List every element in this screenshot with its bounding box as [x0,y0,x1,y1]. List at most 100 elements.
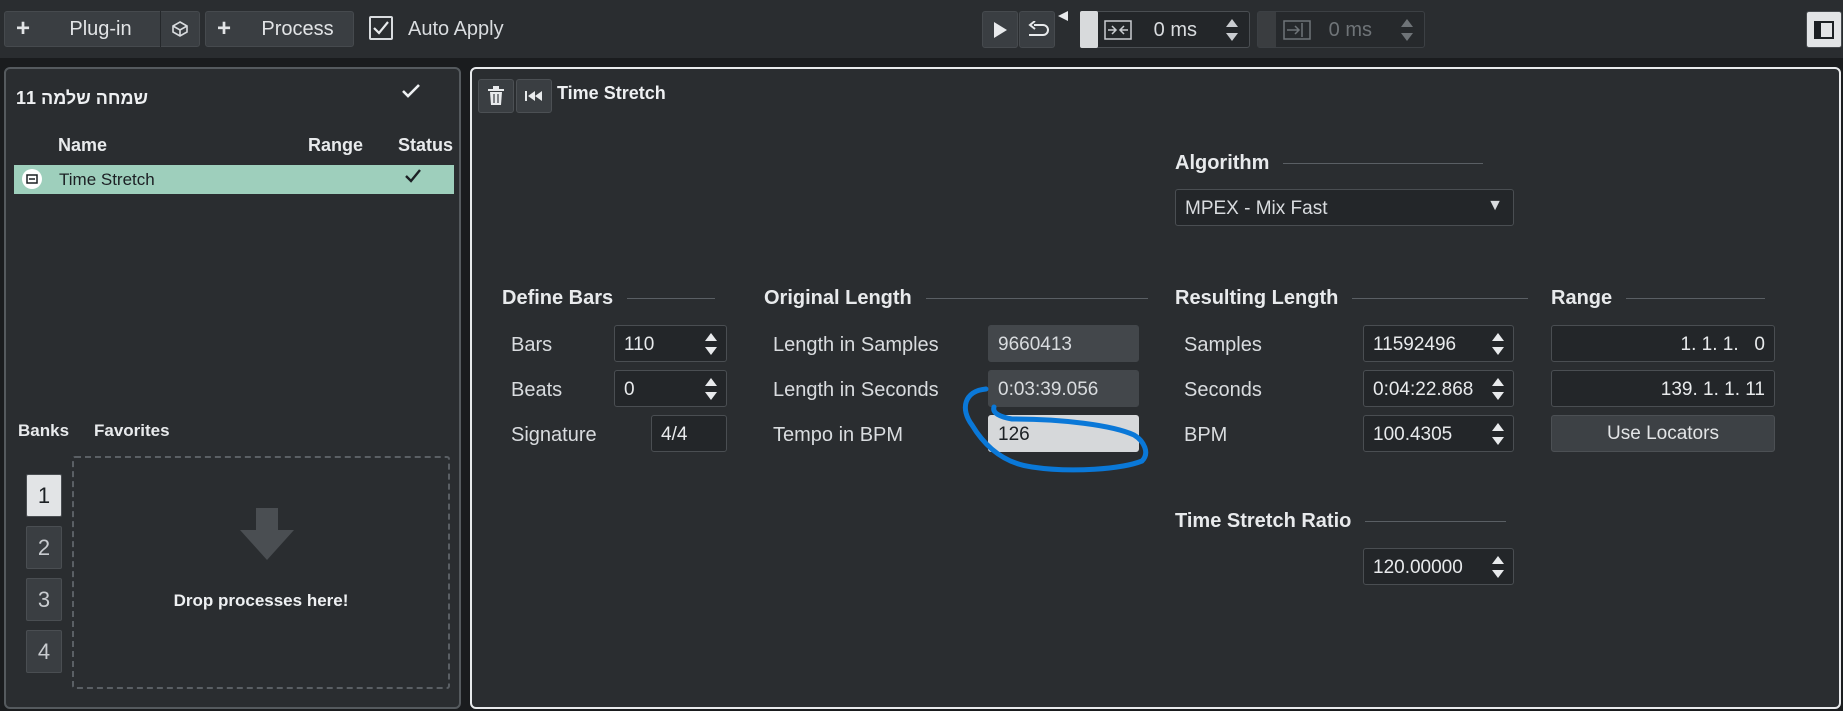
fade-out-icon [1283,20,1311,40]
signature-value: 4/4 [661,424,688,445]
beats-label: Beats [511,379,563,401]
column-header-range[interactable]: Range [308,135,363,156]
column-header-name[interactable]: Name [58,135,107,156]
range-heading: Range [1551,287,1766,310]
process-chain-panel: שמחה שלמה 11 Name Range Status Time Stre… [4,67,461,709]
algorithm-heading: Algorithm [1175,152,1484,175]
delete-button[interactable] [478,79,514,113]
length-in-seconds-value: 0:03:39.056 [998,379,1099,400]
spin-arrows-icon[interactable] [1491,422,1505,446]
bank-button-4[interactable]: 4 [26,630,62,673]
plugin-button-label: Plug-in [69,17,132,40]
fade-out-field[interactable]: 0 ms [1257,11,1425,48]
process-icon [22,169,42,189]
tab-banks[interactable]: Banks [18,421,69,441]
chain-row-name: Time Stretch [59,170,155,189]
process-button-label: Process [261,17,334,40]
length-in-samples-label: Length in Samples [773,334,939,356]
play-button[interactable] [982,11,1018,48]
sidebar-icon [1814,20,1834,39]
spin-arrows-icon[interactable] [704,377,718,401]
fade-in-icon [1104,20,1132,40]
collapse-arrow-icon[interactable] [1057,10,1069,22]
play-icon [994,21,1007,38]
spin-arrows-icon[interactable] [1491,377,1505,401]
signature-field[interactable]: 4/4 [651,415,727,452]
range-start-value: 1. 1. 1. 0 [1680,334,1766,355]
loop-button[interactable] [1019,11,1055,48]
time-stretch-ratio-value: 120.00000 [1373,557,1463,578]
bank-button-1[interactable]: 1 [26,474,62,517]
skip-back-icon [525,91,542,101]
time-stretch-panel: Time Stretch Algorithm MPEX - Mix Fast ▼… [470,67,1841,709]
beats-field[interactable]: 0 [614,370,727,407]
column-header-status[interactable]: Status [398,135,453,156]
fade-out-value: 0 ms [1328,19,1372,41]
resulting-bpm-value: 100.4305 [1373,424,1453,445]
bank-button-3[interactable]: 3 [26,578,62,621]
spin-arrows-icon[interactable] [1225,17,1239,43]
range-end-field[interactable]: 139. 1. 1. 11 [1551,370,1775,407]
auto-apply-label: Auto Apply [408,18,504,40]
define-bars-heading: Define Bars [502,287,716,310]
chain-status-check-icon[interactable] [401,83,421,99]
spin-arrows-icon[interactable] [1400,17,1414,43]
drop-arrow-icon [240,508,294,560]
tempo-in-bpm-label: Tempo in BPM [773,424,904,446]
algorithm-value: MPEX - Mix Fast [1185,198,1328,219]
top-toolbar: + Plug-in + Process Auto Apply 0 ms 0 ms [0,0,1843,58]
resulting-seconds-field[interactable]: 0:04:22.868 [1363,370,1514,407]
auto-apply-checkbox[interactable] [369,16,393,40]
plus-icon: + [15,15,30,42]
bars-value: 110 [624,334,655,355]
spin-arrows-icon[interactable] [704,332,718,356]
fade-in-slider-handle[interactable] [1080,11,1098,48]
bpm-label: BPM [1184,424,1228,446]
algorithm-dropdown[interactable]: MPEX - Mix Fast ▼ [1175,189,1514,226]
spin-arrows-icon[interactable] [1491,555,1505,579]
drop-zone[interactable]: Drop processes here! [72,456,450,689]
tempo-in-bpm-field[interactable]: 126 [988,415,1139,452]
bank-button-2[interactable]: 2 [26,526,62,569]
process-button[interactable]: + Process [205,11,354,47]
length-in-samples-value: 9660413 [998,334,1072,355]
samples-label: Samples [1184,334,1262,356]
resulting-samples-value: 11592496 [1373,334,1457,355]
bars-label: Bars [511,334,553,356]
length-in-seconds-label: Length in Seconds [773,379,939,401]
fade-in-field[interactable]: 0 ms [1080,11,1250,48]
chain-row-time-stretch[interactable]: Time Stretch [14,165,454,194]
drop-zone-text: Drop processes here! [173,591,349,610]
signature-label: Signature [511,424,597,446]
length-in-samples-field: 9660413 [988,325,1139,362]
seconds-label: Seconds [1184,379,1262,401]
time-stretch-ratio-field[interactable]: 120.00000 [1363,548,1514,585]
row-status-check-icon[interactable] [404,168,422,184]
plugin-button[interactable]: + Plug-in [4,11,200,47]
bars-field[interactable]: 110 [614,325,727,362]
resulting-bpm-field[interactable]: 100.4305 [1363,415,1514,452]
beats-value: 0 [624,379,635,400]
reset-button[interactable] [516,79,552,113]
tab-favorites[interactable]: Favorites [94,421,170,441]
fade-in-value: 0 ms [1153,19,1197,41]
resulting-length-heading: Resulting Length [1175,287,1529,310]
chain-title: שמחה שלמה 11 [16,88,149,108]
resulting-samples-field[interactable]: 11592496 [1363,325,1514,362]
range-start-field[interactable]: 1. 1. 1. 0 [1551,325,1775,362]
chevron-down-icon: ▼ [1487,197,1503,214]
spin-arrows-icon[interactable] [1491,332,1505,356]
length-in-seconds-field: 0:03:39.056 [988,370,1139,407]
checkmark-icon [373,21,389,35]
plugin-options-icon[interactable] [161,20,199,38]
resulting-seconds-value: 0:04:22.868 [1373,379,1474,400]
process-title: Time Stretch [557,83,666,103]
panel-toggle-button[interactable] [1806,11,1842,48]
time-stretch-ratio-heading: Time Stretch Ratio [1175,510,1507,533]
range-end-value: 139. 1. 1. 11 [1660,379,1765,400]
loop-icon [1028,20,1049,36]
trash-icon [488,86,504,105]
tempo-in-bpm-value: 126 [998,424,1030,445]
use-locators-button[interactable]: Use Locators [1551,415,1775,452]
plus-icon: + [216,15,231,42]
